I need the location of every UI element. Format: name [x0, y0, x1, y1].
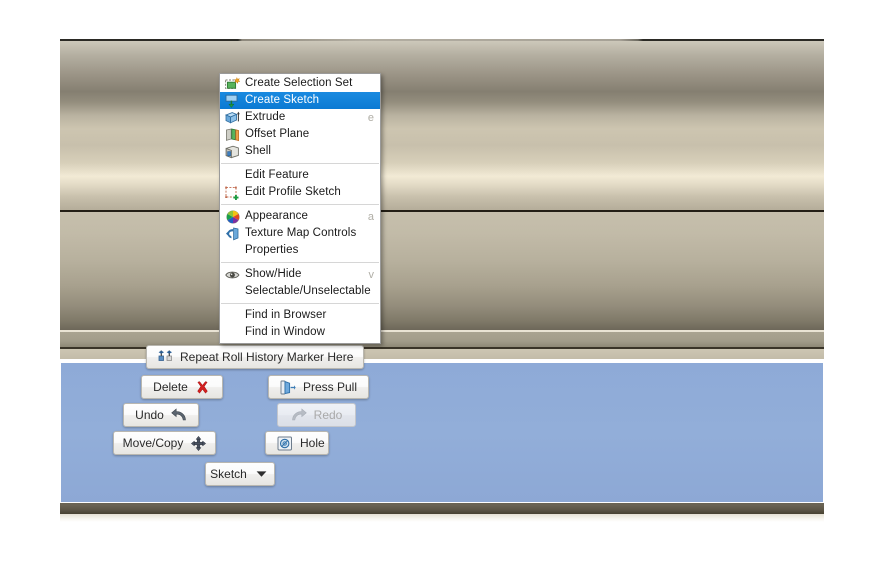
menu-item-appearance[interactable]: Appearance a — [220, 208, 380, 225]
hole-icon — [277, 435, 293, 451]
body-context-menu[interactable]: Create Selection Set Create Sketch Extru… — [219, 73, 381, 344]
menu-item-label: Find in Browser — [245, 309, 327, 321]
shell-icon — [224, 144, 241, 160]
menu-item-find-in-browser[interactable]: Find in Browser — [220, 307, 380, 324]
delete-button[interactable]: Delete — [141, 375, 223, 399]
roll-history-marker-icon — [157, 349, 173, 365]
blank-icon-slot — [224, 284, 241, 300]
menu-separator — [221, 303, 379, 304]
undo-label: Undo — [135, 408, 164, 422]
menu-item-label: Edit Profile Sketch — [245, 186, 341, 198]
menu-item-label: Offset Plane — [245, 128, 310, 140]
menu-item-find-in-window[interactable]: Find in Window — [220, 324, 380, 341]
create-selection-set-icon — [224, 76, 241, 92]
menu-item-label: Find in Window — [245, 326, 326, 338]
menu-item-accel: a — [367, 210, 374, 223]
appearance-icon — [224, 209, 241, 225]
edit-profile-sketch-icon — [224, 185, 241, 201]
menu-item-label: Extrude — [245, 111, 286, 123]
menu-item-label: Selectable/Unselectable — [245, 285, 371, 297]
sketch-label: Sketch — [210, 467, 247, 481]
menu-item-extrude[interactable]: Extrude e — [220, 109, 380, 126]
hole-label: Hole — [300, 436, 325, 450]
move-copy-icon — [190, 435, 206, 451]
redo-label: Redo — [313, 408, 343, 422]
press-pull-button[interactable]: Press Pull — [268, 375, 370, 399]
menu-item-edit-profile-sketch[interactable]: Edit Profile Sketch — [220, 184, 380, 201]
blank-icon-slot — [224, 168, 241, 184]
menu-item-show-hide[interactable]: Show/Hide v — [220, 266, 380, 283]
blank-icon-slot — [224, 325, 241, 341]
menu-item-texture-map-controls[interactable]: Texture Map Controls — [220, 225, 380, 242]
model-base-highlight — [60, 514, 824, 522]
repeat-roll-history-marker-button[interactable]: Repeat Roll History Marker Here — [146, 345, 365, 369]
menu-item-label: Create Selection Set — [245, 77, 353, 89]
menu-item-offset-plane[interactable]: Offset Plane — [220, 126, 380, 143]
redo-arrow-icon — [291, 407, 307, 423]
menu-item-label: Appearance — [245, 210, 309, 222]
menu-item-edit-feature[interactable]: Edit Feature — [220, 167, 380, 184]
chevron-down-icon — [254, 466, 270, 482]
blank-icon-slot — [224, 308, 241, 324]
delete-x-icon — [195, 379, 211, 395]
undo-button[interactable]: Undo — [123, 403, 199, 427]
menu-item-accel: v — [368, 268, 375, 281]
menu-item-selectable-unselectable[interactable]: Selectable/Unselectable — [220, 283, 380, 300]
create-sketch-icon — [224, 93, 241, 109]
blank-icon-slot — [224, 243, 241, 259]
press-pull-icon — [280, 379, 296, 395]
eye-icon — [224, 267, 241, 283]
menu-item-properties[interactable]: Properties — [220, 242, 380, 259]
texture-map-controls-icon — [224, 226, 241, 242]
press-pull-label: Press Pull — [303, 380, 358, 394]
menu-item-create-selection-set[interactable]: Create Selection Set — [220, 75, 380, 92]
menu-item-accel: e — [367, 111, 374, 124]
hole-button[interactable]: Hole — [265, 431, 329, 455]
model-upper-cylinder-face[interactable] — [60, 41, 824, 210]
menu-item-label: Edit Feature — [245, 169, 309, 181]
extrude-icon — [224, 110, 241, 126]
menu-item-label: Shell — [245, 145, 272, 157]
delete-label: Delete — [153, 380, 188, 394]
sketch-dropdown-button[interactable]: Sketch — [205, 462, 275, 486]
offset-plane-icon — [224, 127, 241, 143]
menu-separator — [221, 204, 379, 205]
move-copy-button[interactable]: Move/Copy — [113, 431, 216, 455]
menu-item-label: Create Sketch — [245, 94, 320, 106]
menu-item-shell[interactable]: Shell — [220, 143, 380, 160]
redo-button[interactable]: Redo — [277, 403, 356, 427]
menu-item-label: Show/Hide — [245, 268, 302, 280]
menu-separator — [221, 163, 379, 164]
repeat-roll-history-marker-label: Repeat Roll History Marker Here — [180, 350, 354, 364]
menu-separator — [221, 262, 379, 263]
menu-item-create-sketch[interactable]: Create Sketch — [220, 92, 380, 109]
undo-arrow-icon — [171, 407, 187, 423]
model-lower-cylinder-face[interactable] — [60, 212, 824, 330]
move-copy-label: Move/Copy — [122, 436, 184, 450]
menu-item-label: Properties — [245, 244, 299, 256]
screenshot-root: Repeat Roll History Marker Here Delete P… — [0, 0, 875, 564]
menu-item-label: Texture Map Controls — [245, 227, 357, 239]
